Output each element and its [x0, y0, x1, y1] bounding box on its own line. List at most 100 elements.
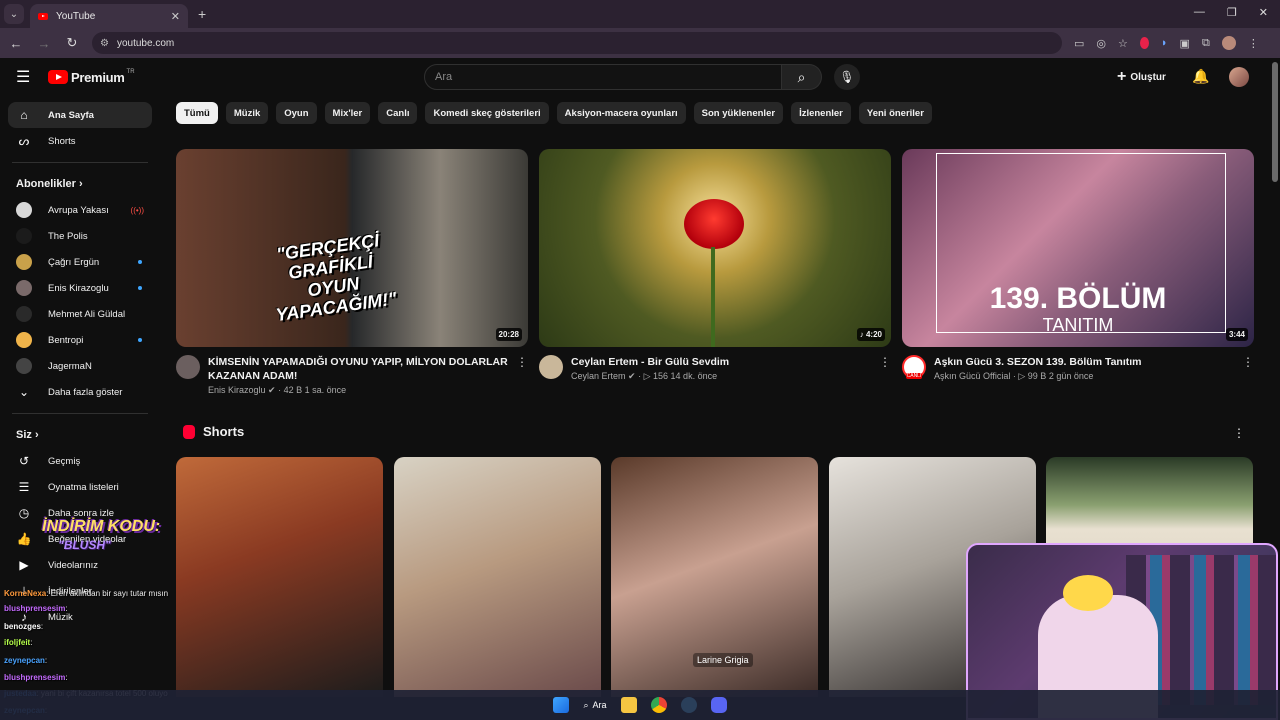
video-thumbnail[interactable]: 139. BÖLÜM TANITIM 3:44 — [902, 149, 1254, 347]
channel-name[interactable]: Aşkın Gücü Official — [934, 371, 1010, 381]
you-heading[interactable]: Siz › — [0, 422, 160, 448]
back-icon[interactable]: ← — [4, 36, 28, 51]
more-options-icon[interactable]: ⋮ — [1242, 355, 1254, 369]
upload-age: 14 dk. önce — [670, 371, 718, 381]
channel-avatar[interactable]: CANLI — [902, 355, 926, 379]
sidebar-item-subscription[interactable]: Enis Kirazoglu — [8, 275, 152, 301]
bookmark-star-icon[interactable]: ☆ — [1118, 37, 1128, 50]
sidebar-item-subscription[interactable]: The Polis — [8, 223, 152, 249]
channel-avatar[interactable] — [539, 355, 563, 379]
short-card[interactable] — [176, 457, 383, 697]
new-tab-button[interactable]: + — [198, 6, 206, 22]
filter-chip[interactable]: Müzik — [225, 102, 269, 124]
browser-menu-icon[interactable]: ⋮ — [1248, 37, 1259, 50]
short-card[interactable] — [394, 457, 601, 697]
sidebar-item-you[interactable]: ↺ Geçmiş — [8, 448, 152, 474]
window-controls: — ❐ ✕ — [1194, 6, 1268, 19]
sidebar-item-you[interactable]: ☰ Oynatma listeleri — [8, 474, 152, 500]
filter-chip[interactable]: Aksiyon-macera oyunları — [556, 102, 686, 124]
video-title[interactable]: Aşkın Gücü 3. SEZON 139. Bölüm Tanıtım — [934, 355, 1234, 369]
chat-text: : Eren aklından bir sayı tutar mısın — [46, 589, 169, 598]
restore-icon[interactable]: ❐ — [1227, 6, 1237, 19]
filter-chip[interactable]: Mix'ler — [324, 102, 371, 124]
video-card[interactable]: ♪ 4:20 Ceylan Ertem - Bir Gülü Sevdim Ce… — [539, 149, 891, 382]
page-scrollbar[interactable] — [1272, 62, 1278, 182]
file-explorer-icon[interactable] — [620, 697, 637, 713]
chat-username: blushprensesim — [4, 673, 66, 682]
chat-text: : — [40, 622, 44, 631]
more-options-icon[interactable]: ⋮ — [879, 355, 891, 369]
sidebar-item-label: JagermaN — [48, 360, 92, 372]
extension-box-icon[interactable]: ▣ — [1180, 37, 1190, 50]
reload-icon[interactable]: ↻ — [60, 35, 84, 51]
new-content-dot — [138, 260, 142, 264]
filter-chip[interactable]: Son yüklenenler — [693, 102, 784, 124]
chat-username: zeynepcan — [4, 656, 45, 665]
video-card[interactable]: "GERÇEKÇİ GRAFİKLİ OYUN YAPACAĞIM!" 20:2… — [176, 149, 528, 396]
thumbnail-text: TANITIM — [1042, 315, 1114, 335]
steam-icon[interactable] — [680, 697, 697, 713]
channel-avatar[interactable] — [176, 355, 200, 379]
address-bar[interactable]: ⚙ youtube.com — [92, 32, 1062, 54]
video-thumbnail[interactable]: ♪ 4:20 — [539, 149, 891, 347]
windows-start-icon[interactable] — [553, 697, 570, 713]
search-input[interactable]: Ara — [424, 64, 782, 90]
video-thumbnail[interactable]: "GERÇEKÇİ GRAFİKLİ OYUN YAPACAĞIM!" 20:2… — [176, 149, 528, 347]
close-window-icon[interactable]: ✕ — [1259, 6, 1268, 19]
filter-chip[interactable]: Komedi skeç gösterileri — [425, 102, 549, 124]
video-title[interactable]: KİMSENİN YAPAMADIĞI OYUNU YAPIP, MİLYON … — [208, 355, 508, 383]
sidebar-item-subscription[interactable]: Çağrı Ergün — [8, 249, 152, 275]
extension-red-icon[interactable] — [1139, 37, 1149, 49]
browser-tab-youtube[interactable]: YouTube ✕ — [30, 4, 188, 28]
sidebar-item-home[interactable]: ⌂ Ana Sayfa — [8, 102, 152, 128]
sidebar-item-you[interactable]: ▶ Videolarınız — [8, 552, 152, 578]
video-meta: Aşkın Gücü Official · ▷ 99 B 2 gün önce — [934, 371, 1094, 381]
filter-chip[interactable]: Canlı — [378, 102, 418, 124]
sidebar-item-label: Müzik — [48, 611, 73, 623]
filter-chip[interactable]: Oyun — [276, 102, 317, 124]
site-info-icon[interactable]: ⚙ — [100, 38, 109, 49]
sidebar-item-label: Ana Sayfa — [48, 109, 94, 121]
eye-off-icon[interactable]: ◎ — [1096, 37, 1106, 50]
video-meta: Ceylan Ertem ✔ · ▷ 156 14 dk. önce — [571, 371, 718, 381]
more-options-icon[interactable]: ⋮ — [516, 355, 528, 369]
video-meta: Enis Kirazoglu ✔ · 42 B 1 sa. önce — [208, 385, 347, 395]
notifications-bell-icon[interactable]: 🔔 — [1192, 68, 1209, 85]
short-card[interactable]: Larine Grigia — [611, 457, 818, 697]
filter-chip[interactable]: Tümü — [176, 102, 218, 124]
tab-search-dropdown[interactable]: ⌄ — [4, 4, 24, 24]
cast-icon[interactable]: ▭ — [1074, 37, 1084, 50]
taskbar-search[interactable]: ⌕ Ara — [583, 700, 606, 711]
extensions-puzzle-icon[interactable]: ⧉ — [1202, 37, 1210, 50]
browser-profile-avatar[interactable] — [1221, 36, 1236, 50]
video-title[interactable]: Ceylan Ertem - Bir Gülü Sevdim — [571, 355, 871, 369]
channel-name[interactable]: Enis Kirazoglu — [208, 385, 266, 395]
chat-message: blushprensesim: — [4, 604, 68, 613]
subscriptions-heading[interactable]: Abonelikler › — [0, 171, 160, 197]
minimize-icon[interactable]: — — [1194, 6, 1205, 19]
tab-close-icon[interactable]: ✕ — [171, 10, 180, 23]
voice-search-button[interactable]: 🎙 — [834, 64, 860, 90]
sidebar-item-shorts[interactable]: ᔕ Shorts — [8, 128, 152, 154]
sidebar-item-subscription[interactable]: Mehmet Ali Güldal — [8, 301, 152, 327]
account-avatar[interactable] — [1229, 67, 1249, 87]
sidebar-item-subscription[interactable]: JagermaN — [8, 353, 152, 379]
filter-chip[interactable]: Yeni öneriler — [858, 102, 932, 124]
filter-chip[interactable]: İzlenenler — [791, 102, 851, 124]
more-options-icon[interactable]: ⋮ — [1233, 426, 1245, 440]
menu-icon[interactable]: ☰ — [16, 67, 36, 87]
video-card[interactable]: 139. BÖLÜM TANITIM 3:44 CANLI Aşkın Gücü… — [902, 149, 1254, 382]
browser-toolbar: ← → ↻ ⚙ youtube.com ▭ ◎ ☆ ◗ ▣ ⧉ ⋮ — [0, 28, 1280, 58]
show-more-button[interactable]: ⌄ Daha fazla göster — [8, 379, 152, 405]
sidebar-item-subscription[interactable]: Avrupa Yakası ((•)) — [8, 197, 152, 223]
extension-sound-icon[interactable]: ◗ — [1161, 37, 1168, 49]
search-button[interactable]: ⌕ — [782, 64, 822, 90]
sidebar-item-subscription[interactable]: Bentropi — [8, 327, 152, 353]
forward-icon[interactable]: → — [32, 36, 56, 51]
discord-icon[interactable] — [710, 697, 727, 713]
youtube-premium-logo[interactable]: Premium TR — [48, 69, 135, 85]
channel-name[interactable]: Ceylan Ertem — [571, 371, 626, 381]
promo-code-value: "BLUSH" — [58, 538, 111, 552]
chrome-icon[interactable] — [650, 697, 667, 713]
create-button[interactable]: + Oluştur — [1117, 66, 1166, 88]
